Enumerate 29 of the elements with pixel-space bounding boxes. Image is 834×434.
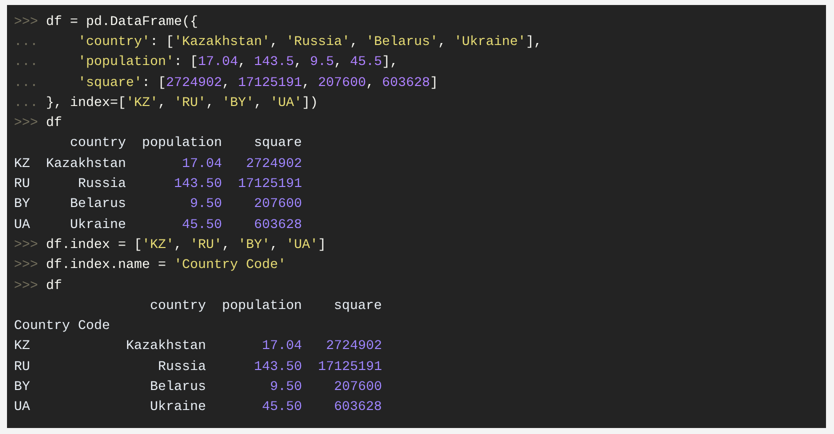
code-line: df = pd.DataFrame({: [46, 14, 198, 30]
output-line: country population square: [148, 298, 382, 314]
code-line: df: [46, 278, 62, 294]
output-line: KZ Kazakhstan 17.04 2724902: [14, 339, 382, 354]
prompt-marker: >>>: [14, 258, 38, 274]
code-line: df.index.name = 'Country Code': [46, 258, 286, 274]
output-line: RU Russia 143.50 17125191: [14, 360, 382, 375]
code-line: df: [46, 116, 62, 132]
output-line: UA Ukraine 45.50 603628: [14, 400, 382, 416]
code-line: 'population': [17.04, 143.5, 9.5, 45.5],: [76, 55, 398, 70]
prompt-marker: ...: [14, 34, 38, 50]
prompt-marker: ...: [14, 96, 38, 111]
code-line: 'country': ['Kazakhstan', 'Russia', 'Belarus', 'Ukraine'],: [76, 34, 542, 50]
code-line: 'square': [2724902, 17125191, 207600, 603628]: [76, 76, 438, 91]
output-line: RU Russia 143.50 17125191: [14, 177, 302, 192]
output-line: Country Code: [14, 319, 110, 334]
output-line: BY Belarus 9.50 207600: [14, 380, 382, 395]
prompt-marker: >>>: [14, 238, 38, 253]
output-line: BY Belarus 9.50 207600: [14, 197, 302, 212]
prompt-marker: >>>: [14, 14, 38, 30]
prompt-marker: >>>: [14, 116, 38, 132]
output-line: KZ Kazakhstan 17.04 2724902: [14, 156, 302, 172]
prompt-marker: >>>: [14, 278, 38, 294]
output-line: country population square: [68, 136, 302, 152]
prompt-marker: ...: [14, 76, 38, 91]
code-line: df.index = ['KZ', 'RU', 'BY', 'UA']: [46, 238, 326, 253]
prompt-marker: ...: [14, 55, 38, 70]
output-line: UA Ukraine 45.50 603628: [14, 218, 302, 233]
code-line: }, index=['KZ', 'RU', 'BY', 'UA']): [46, 96, 318, 111]
